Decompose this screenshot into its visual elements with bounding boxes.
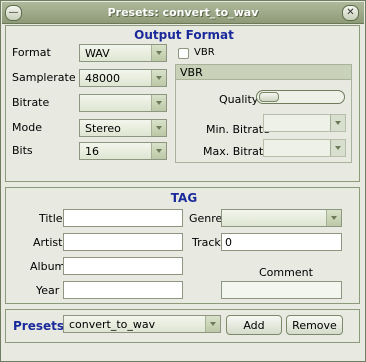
format-combo[interactable]: WAV (79, 44, 167, 62)
samplerate-value: 48000 (85, 72, 120, 85)
chevron-down-icon (151, 120, 166, 136)
quality-slider-thumb[interactable] (259, 92, 279, 102)
vbr-group-header: VBR (176, 65, 351, 80)
max-bitrate-combo[interactable] (263, 139, 346, 157)
min-bitrate-label: Min. Bitrate (206, 123, 270, 136)
max-bitrate-label: Max. Bitrate (203, 145, 270, 158)
year-field[interactable] (63, 281, 183, 299)
comment-label: Comment (259, 266, 313, 279)
quality-slider[interactable] (256, 90, 345, 104)
track-field[interactable]: 0 (221, 233, 342, 251)
presets-combo[interactable]: convert_to_wav (63, 315, 221, 333)
presets-value: convert_to_wav (69, 318, 156, 331)
samplerate-combo[interactable]: 48000 (79, 69, 167, 87)
track-field-value: 0 (225, 236, 232, 249)
album-label: Album (30, 260, 66, 273)
artist-field[interactable] (63, 233, 183, 251)
vbr-checkbox-label[interactable]: VBR (194, 47, 215, 58)
bits-value: 16 (85, 145, 99, 158)
track-label: Track (192, 236, 221, 249)
mode-value: Stereo (85, 122, 121, 135)
close-button[interactable]: ✕ (342, 5, 359, 21)
bitrate-label: Bitrate (12, 96, 50, 109)
bits-combo[interactable]: 16 (79, 142, 167, 160)
preset-window: — Presets: convert_to_wav ✕ Output Forma… (0, 0, 366, 362)
close-icon: ✕ (346, 7, 355, 18)
artist-label: Artist (33, 236, 63, 249)
quality-label: Quality (219, 93, 259, 106)
chevron-down-icon (205, 316, 220, 332)
presets-label: Presets (13, 319, 65, 333)
vbr-checkbox[interactable] (178, 48, 189, 59)
chevron-down-icon (151, 143, 166, 159)
comment-field[interactable] (221, 281, 342, 299)
genre-label: Genre (189, 212, 223, 225)
samplerate-label: Samplerate (12, 71, 76, 84)
add-preset-button[interactable]: Add (226, 315, 282, 335)
mode-label: Mode (12, 121, 42, 134)
year-label: Year (36, 284, 60, 297)
genre-combo[interactable] (221, 209, 342, 227)
bits-label: Bits (12, 144, 33, 157)
format-value: WAV (85, 47, 110, 60)
mode-combo[interactable]: Stereo (79, 119, 167, 137)
chevron-down-icon (330, 115, 345, 131)
title-label: Title (39, 212, 63, 225)
title-field[interactable] (63, 209, 183, 227)
album-field[interactable] (63, 257, 183, 275)
min-bitrate-combo[interactable] (263, 114, 346, 132)
bitrate-combo[interactable] (79, 94, 167, 112)
format-label: Format (12, 46, 51, 59)
chevron-down-icon (326, 210, 341, 226)
chevron-down-icon (151, 45, 166, 61)
output-format-title: Output Format (134, 28, 234, 42)
chevron-down-icon (151, 70, 166, 86)
remove-preset-button[interactable]: Remove (286, 315, 343, 335)
chevron-down-icon (330, 140, 345, 156)
window-title: Presets: convert_to_wav (107, 6, 259, 19)
titlebar: — Presets: convert_to_wav ✕ (2, 2, 364, 24)
tag-title: TAG (170, 191, 198, 205)
chevron-down-icon (151, 95, 166, 111)
vbr-group-title: VBR (180, 66, 203, 79)
